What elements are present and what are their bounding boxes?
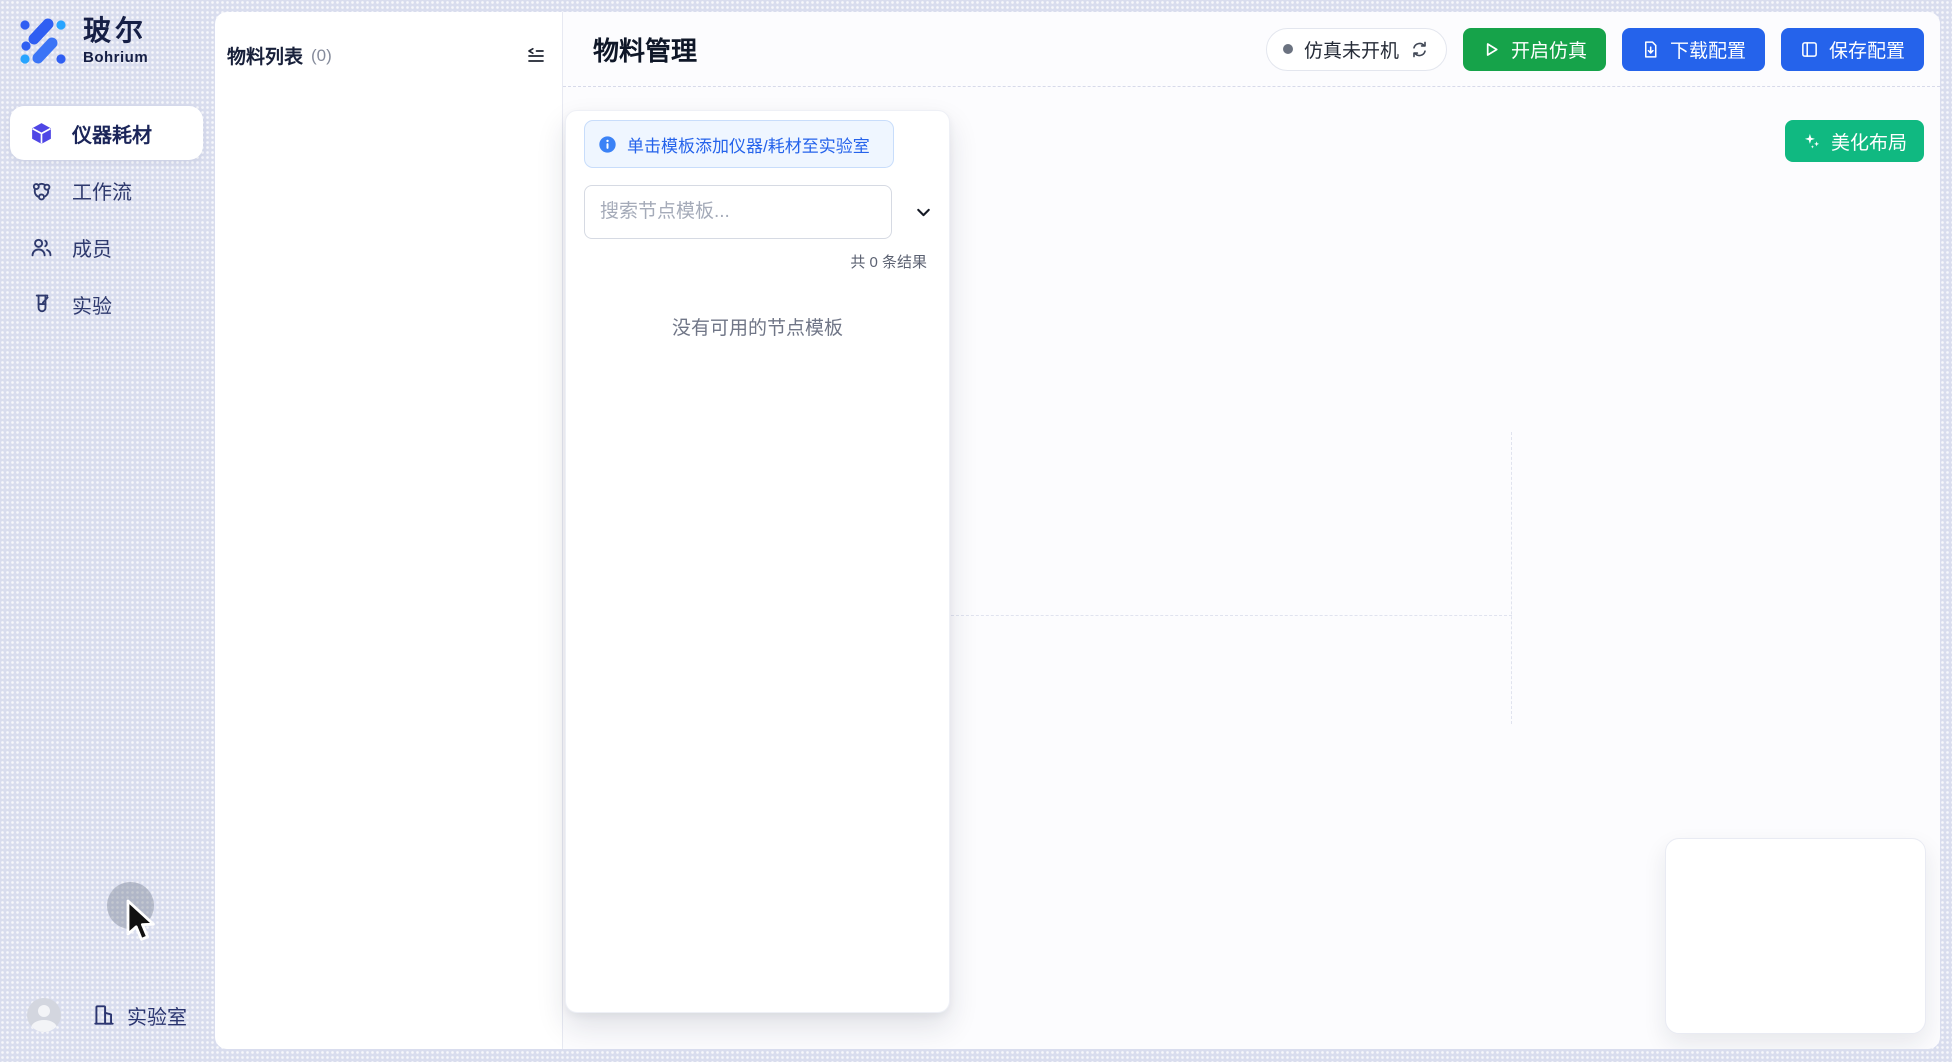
cursor-pointer	[125, 899, 159, 945]
play-icon	[1482, 40, 1501, 59]
refresh-icon	[1410, 40, 1429, 59]
sparkles-icon	[1802, 131, 1822, 151]
sidebar-item-instruments[interactable]: 仪器耗材	[10, 106, 203, 160]
node-template-panel: 单击模板添加仪器/耗材至实验室 共 0 条结果 没有可用的节点模板	[565, 110, 950, 1013]
results-count: 共 0 条结果	[850, 251, 927, 272]
bohrium-logo-icon	[17, 15, 69, 67]
brand-logo: 玻尔 Bohrium	[17, 15, 148, 67]
start-simulation-button[interactable]: 开启仿真	[1463, 28, 1606, 71]
info-icon	[598, 135, 617, 154]
simulation-status-pill: 仿真未开机	[1266, 28, 1447, 71]
brand-text: 玻尔 Bohrium	[83, 15, 148, 66]
sidebar-nav: 仪器耗材 工作流	[10, 106, 203, 334]
beautify-layout-button[interactable]: 美化布局	[1785, 120, 1924, 162]
avatar-body	[31, 1020, 57, 1032]
sidebar-item-workflow[interactable]: 工作流	[10, 163, 203, 217]
lab-label: 实验室	[127, 1001, 187, 1030]
sidebar-item-label: 实验	[72, 290, 112, 319]
expand-filters-button[interactable]	[911, 200, 935, 224]
outdent-icon	[526, 46, 546, 66]
sidebar-item-label: 成员	[72, 233, 112, 262]
brand-subtitle: Bohrium	[83, 49, 148, 66]
building-icon	[91, 1002, 117, 1028]
brand-name: 玻尔	[83, 15, 148, 47]
template-search-row	[584, 185, 935, 239]
template-hint-banner: 单击模板添加仪器/耗材至实验室	[584, 120, 894, 168]
template-hint-text: 单击模板添加仪器/耗材至实验室	[627, 132, 870, 157]
download-config-label: 下载配置	[1670, 36, 1746, 63]
app-root: 玻尔 Bohrium 仪器耗材	[0, 0, 1952, 1062]
experiment-icon	[28, 291, 54, 317]
avatar-head	[38, 1005, 50, 1017]
save-config-label: 保存配置	[1829, 36, 1905, 63]
materials-list-panel: 物料列表 (0)	[215, 12, 563, 1049]
start-simulation-label: 开启仿真	[1511, 36, 1587, 63]
main-header: 物料管理 仿真未开机	[563, 12, 1940, 87]
main-area: 物料管理 仿真未开机	[563, 12, 1940, 1049]
simulation-status-text: 仿真未开机	[1304, 36, 1399, 63]
materials-list-title: 物料列表	[227, 42, 303, 69]
lab-entry[interactable]: 实验室	[91, 1001, 187, 1030]
materials-list-count: (0)	[311, 46, 332, 66]
workflow-icon	[28, 177, 54, 203]
status-dot-icon	[1283, 44, 1293, 54]
sidebar-item-members[interactable]: 成员	[10, 220, 203, 274]
save-config-button[interactable]: 保存配置	[1781, 28, 1924, 71]
minimap-card	[1665, 838, 1926, 1034]
collapse-panel-button[interactable]	[524, 44, 548, 68]
cube-icon	[28, 120, 54, 146]
refresh-status-button[interactable]	[1410, 39, 1430, 59]
canvas-guide-vertical	[1511, 432, 1512, 724]
download-config-button[interactable]: 下载配置	[1622, 28, 1765, 71]
content-area: 物料列表 (0) 物料管理 仿	[215, 12, 1940, 1049]
sidebar-item-label: 仪器耗材	[72, 119, 152, 148]
sidebar-item-experiment[interactable]: 实验	[10, 277, 203, 331]
download-file-icon	[1641, 40, 1660, 59]
page-title: 物料管理	[593, 31, 697, 68]
members-icon	[28, 234, 54, 260]
empty-templates-message: 没有可用的节点模板	[566, 313, 949, 340]
chevron-down-icon	[913, 202, 934, 223]
save-icon	[1800, 40, 1819, 59]
sidebar-footer: 实验室	[27, 998, 187, 1032]
header-actions: 仿真未开机	[1266, 28, 1924, 71]
avatar[interactable]	[27, 998, 61, 1032]
materials-panel-header: 物料列表 (0)	[227, 42, 548, 69]
search-template-input[interactable]	[584, 185, 892, 239]
beautify-layout-label: 美化布局	[1831, 128, 1907, 155]
sidebar-item-label: 工作流	[72, 176, 132, 205]
canvas-guide-horizontal	[946, 615, 1512, 616]
